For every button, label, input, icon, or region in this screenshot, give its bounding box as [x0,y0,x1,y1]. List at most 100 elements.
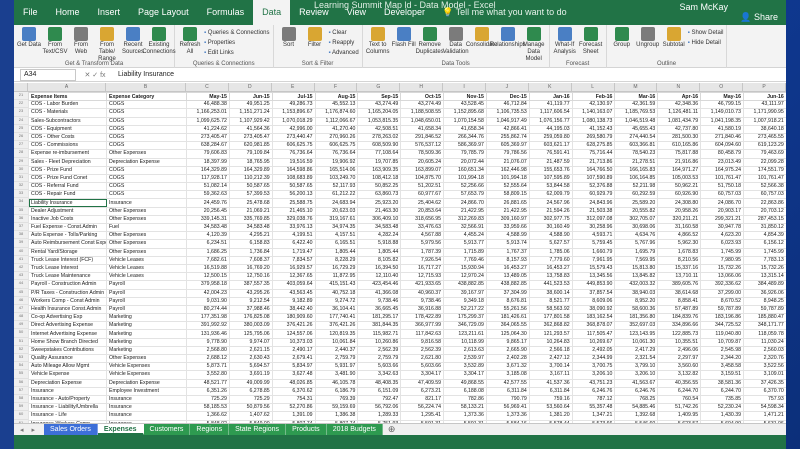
amount-cell[interactable]: 3,206.10 [614,370,659,380]
amount-cell[interactable]: 54,885.46 [614,403,659,413]
amount-cell[interactable]: 449,853.90 [571,280,616,290]
amount-cell[interactable]: 8,228.29 [314,255,359,265]
amount-cell[interactable]: 4,199.51 [271,231,316,241]
amount-cell[interactable]: 8,157.93 [485,255,530,265]
column-header-e[interactable]: E [272,83,315,92]
amount-cell[interactable]: 576,537.12 [400,141,445,151]
amount-cell[interactable]: 9,974.07 [228,337,273,347]
column-header-i[interactable]: I [443,83,486,92]
amount-cell[interactable]: 16,717.27 [400,263,445,274]
amount-cell[interactable]: 4,295.21 [228,231,273,241]
amount-cell[interactable]: 3,671.32 [485,362,530,372]
amount-cell[interactable]: 50,879.56 [228,403,273,413]
amount-cell[interactable]: 391,992.92 [186,321,230,331]
amount-cell[interactable]: 7,783.13 [742,255,786,265]
amount-cell[interactable]: 2,566.18 [528,345,573,356]
column-header-g[interactable]: G [357,83,401,92]
add-sheet-icon[interactable]: ⊕ [388,424,396,435]
expense-category-cell[interactable]: Insurance [106,411,187,421]
amount-cell[interactable]: 3,691.19 [228,370,273,380]
amount-cell[interactable]: 21,465.10 [271,206,316,216]
fx-icon[interactable]: ✕ ✓ fx [76,71,114,79]
amount-cell[interactable]: 1,805.44 [357,247,402,257]
amount-cell[interactable]: 25,404.62 [400,198,445,208]
amount-cell[interactable]: 15,813.80 [614,263,659,274]
row-number[interactable]: 32 [14,182,28,191]
column-header-j[interactable]: J [486,83,529,92]
expense-item-cell[interactable]: COS - Materials [28,108,107,118]
amount-cell[interactable]: 34,583.48 [186,222,230,233]
expense-item-cell[interactable]: Liability Insurance [28,198,107,208]
amount-cell[interactable]: 2,630.43 [228,353,273,364]
amount-cell[interactable]: 12,500.15 [186,272,230,282]
amount-cell[interactable]: 5,759.45 [571,239,616,249]
amount-cell[interactable]: 6,188.08 [443,386,487,396]
amount-cell[interactable]: 78,509.36 [400,149,445,159]
amount-cell[interactable]: 3,304.17 [400,370,445,380]
amount-cell[interactable]: 42,348.36 [657,100,702,110]
amount-cell[interactable]: 44,195.03 [528,124,573,134]
expense-item-cell[interactable]: COS - Equipment [28,124,107,134]
amount-cell[interactable]: 5,931.97 [314,362,359,372]
amount-cell[interactable]: 1,048,650.01 [400,116,445,126]
amount-cell[interactable]: 55,357.48 [571,403,616,413]
expense-item-cell[interactable]: Sales-Subcontractors [28,116,107,126]
amount-cell[interactable]: 16,729.29 [314,263,359,274]
column-header-m[interactable]: M [615,83,658,92]
amount-cell[interactable]: 41,658.34 [443,124,487,134]
amount-cell[interactable]: 1,366.62 [186,411,230,421]
amount-cell[interactable]: 76,736.64 [314,149,359,159]
amount-cell[interactable]: 606,625.75 [314,141,359,151]
amount-cell[interactable]: 1,117,606.54 [528,108,573,118]
amount-cell[interactable]: 118,059.78 [742,329,786,339]
row-number[interactable]: 57 [14,386,28,395]
amount-cell[interactable]: 6,278.85 [228,386,273,396]
amount-cell[interactable]: 603,366.81 [614,141,659,151]
amount-cell[interactable]: 42,361.59 [614,100,659,110]
amount-cell[interactable]: 6,422.40 [271,239,316,249]
amount-cell[interactable]: 21,069.21 [228,206,273,216]
amount-cell[interactable]: 38,640.18 [742,124,786,134]
amount-cell[interactable]: 2,560.03 [742,345,786,356]
amount-cell[interactable]: 15,930.94 [443,263,487,274]
amount-cell[interactable]: 6,234.51 [186,239,230,249]
amount-cell[interactable]: 43,295.26 [228,288,273,298]
amount-cell[interactable]: 48,408.35 [357,378,402,388]
amount-cell[interactable]: 4,593.71 [571,231,616,241]
row-number[interactable]: 31 [14,173,28,183]
amount-cell[interactable]: 108,683.89 [271,173,316,184]
amount-cell[interactable]: 319,167.61 [314,214,359,225]
expense-item-cell[interactable]: COS - Other Costs [28,132,107,143]
expense-category-cell[interactable]: Insurance [106,403,187,413]
amount-cell[interactable]: 18,765.95 [228,157,273,167]
column-header-l[interactable]: L [572,83,615,92]
amount-cell[interactable]: 49,009.99 [228,378,273,388]
amount-cell[interactable]: 7,926.54 [400,255,445,265]
amount-cell[interactable]: 5,913.77 [443,239,487,249]
expense-item-cell[interactable]: Truck Lease Interest (FCF) [28,255,107,265]
amount-cell[interactable]: 3,560.60 [657,362,702,372]
amount-cell[interactable]: 1,407.62 [228,411,273,421]
sheet-tab-2018-budgets[interactable]: 2018 Budgets [326,424,383,435]
amount-cell[interactable]: 1,787.39 [400,247,445,257]
row-number[interactable]: 54 [14,362,28,371]
amount-cell[interactable]: 46,488.38 [186,100,230,110]
column-header-k[interactable]: K [529,83,572,92]
amount-cell[interactable]: 5,767.96 [614,239,659,249]
amount-cell[interactable]: 4,282.24 [357,231,402,241]
column-heading[interactable]: Mar-16 [614,91,659,102]
expense-category-cell[interactable]: COGS [106,173,187,184]
column-header-c[interactable]: C [186,83,229,92]
amount-cell[interactable]: 7,569.95 [614,255,659,265]
amount-cell[interactable]: 58,185.53 [186,403,230,413]
amount-cell[interactable]: 30,160.49 [528,222,573,233]
amount-cell[interactable]: 384,489.89 [742,280,786,290]
amount-cell[interactable]: 77,108.64 [357,149,402,159]
amount-cell[interactable]: 57,487.89 [657,304,702,315]
amount-cell[interactable]: 79,109.84 [228,149,273,159]
column-heading[interactable]: Jul-15 [271,91,316,102]
amount-cell[interactable]: 376,421.26 [314,321,359,331]
expense-category-cell[interactable]: Other Expenses [106,247,187,257]
column-heading[interactable]: Jun-15 [228,91,273,102]
amount-cell[interactable]: 20,903.17 [700,206,744,216]
